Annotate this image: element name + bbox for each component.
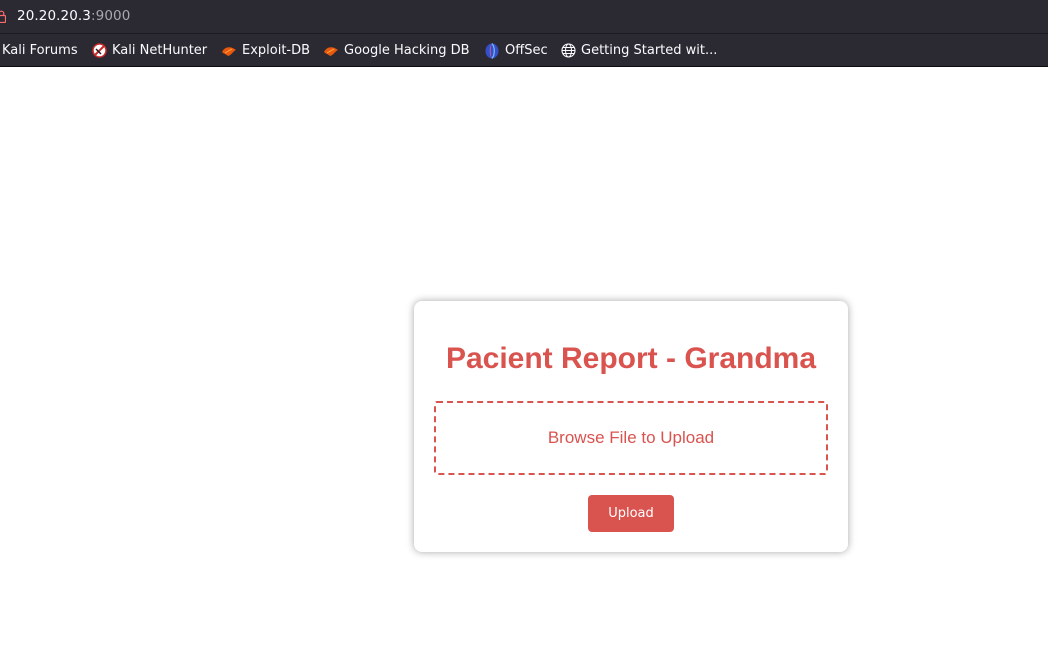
bookmark-getting-started[interactable]: Getting Started wit... bbox=[561, 34, 717, 67]
upload-card: Pacient Report - Grandma Browse File to … bbox=[414, 301, 848, 552]
bookmark-label: OffSec bbox=[505, 43, 548, 58]
bookmark-kali-nethunter[interactable]: Kali NetHunter bbox=[92, 34, 207, 67]
url-port: :9000 bbox=[91, 8, 131, 24]
url-bar[interactable]: 20.20.20.3:9000 bbox=[0, 0, 1048, 34]
upload-button[interactable]: Upload bbox=[588, 495, 674, 532]
offsec-icon bbox=[485, 42, 499, 59]
bookmark-label: Getting Started wit... bbox=[581, 43, 718, 58]
globe-icon bbox=[561, 43, 576, 58]
bookmark-label: Google Hacking DB bbox=[344, 43, 470, 58]
file-dropzone[interactable]: Browse File to Upload bbox=[434, 401, 828, 475]
dropzone-label: Browse File to Upload bbox=[547, 428, 715, 447]
url-host: 20.20.20.3 bbox=[17, 8, 91, 24]
bookmarks-toolbar: Kali Forums Kali NetHunter Exploit-DB Go… bbox=[0, 34, 1048, 67]
exploit-db-icon bbox=[222, 46, 236, 56]
page-title: Pacient Report - Grandma bbox=[445, 342, 817, 375]
bookmark-label: Exploit-DB bbox=[242, 43, 311, 58]
bookmark-label: Kali Forums bbox=[2, 43, 78, 58]
bookmark-exploit-db[interactable]: Exploit-DB bbox=[221, 34, 310, 67]
url-text[interactable]: 20.20.20.3:9000 bbox=[17, 8, 130, 24]
bookmark-kali-forums[interactable]: Kali Forums bbox=[2, 34, 78, 67]
nethunter-icon bbox=[92, 43, 107, 58]
bookmark-label: Kali NetHunter bbox=[112, 43, 208, 58]
exploit-db-icon bbox=[324, 46, 338, 56]
bookmark-google-hacking-db[interactable]: Google Hacking DB bbox=[323, 34, 470, 67]
lock-icon bbox=[0, 10, 6, 23]
bookmark-offsec[interactable]: OffSec bbox=[484, 34, 548, 67]
